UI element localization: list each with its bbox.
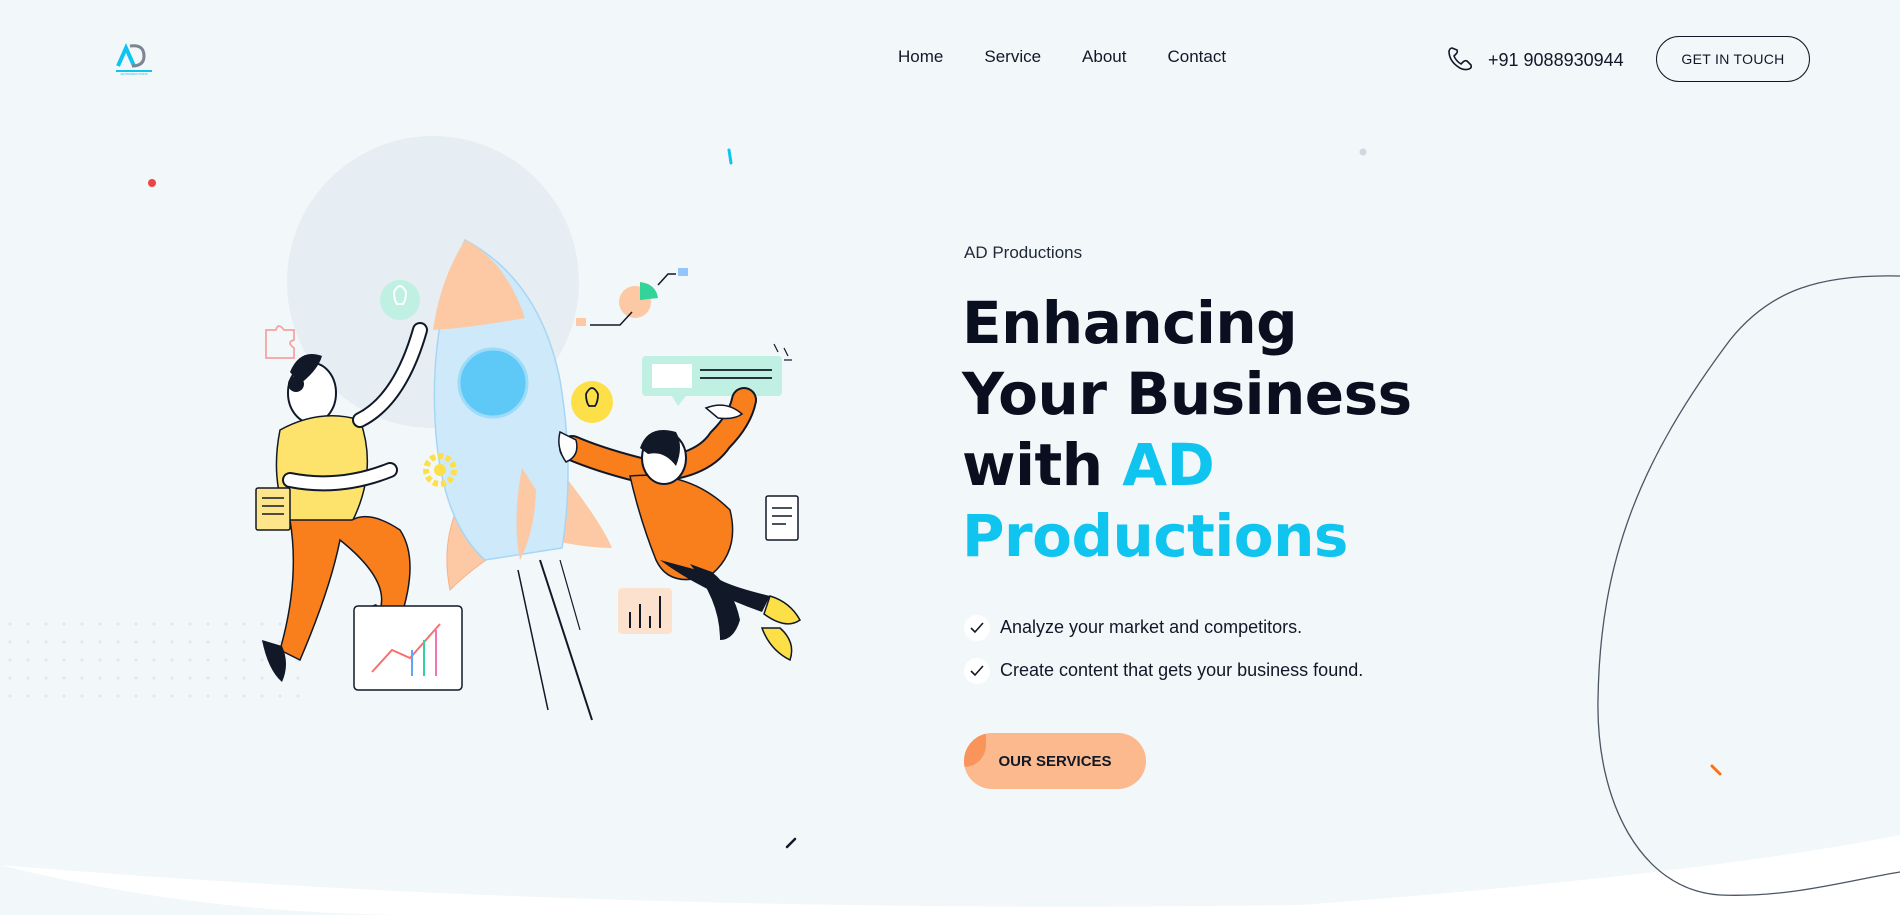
headline-accent-ad: AD — [1122, 431, 1215, 499]
check-icon — [964, 657, 990, 684]
headline-line-1: Enhancing — [962, 289, 1298, 357]
nav-about[interactable]: About — [1082, 47, 1126, 67]
phone-number[interactable]: +91 9088930944 — [1488, 50, 1624, 71]
main-nav: Home Service About Contact — [898, 47, 1267, 67]
feature-text: Analyze your market and competitors. — [1000, 617, 1303, 637]
feature-text: Create content that gets your business f… — [1000, 660, 1364, 680]
our-services-button[interactable]: OUR SERVICES — [964, 733, 1146, 789]
orange-dash — [1710, 764, 1722, 776]
nav-home[interactable]: Home — [898, 47, 943, 67]
nav-service[interactable]: Service — [984, 47, 1041, 67]
check-icon — [964, 614, 990, 641]
bottom-wave — [0, 835, 1900, 915]
feature-item: Analyze your market and competitors. — [964, 606, 1363, 649]
headline-line-2: Your Business — [962, 360, 1412, 428]
svg-text:AD PRODUCTIONS: AD PRODUCTIONS — [120, 72, 147, 76]
grey-dot — [1359, 148, 1367, 156]
site-header: AD PRODUCTIONS Home Service About Contac… — [0, 0, 1900, 120]
headline-with: with — [962, 431, 1103, 499]
our-services-label: OUR SERVICES — [998, 752, 1112, 770]
hero-eyebrow: AD Productions — [964, 243, 1083, 262]
get-in-touch-button[interactable]: GET IN TOUCH — [1656, 36, 1810, 82]
logo-icon[interactable]: AD PRODUCTIONS — [112, 40, 156, 76]
headline-accent-productions: Productions — [962, 502, 1348, 570]
feature-list: Analyze your market and competitors. Cre… — [964, 606, 1363, 692]
phone-contact[interactable]: +91 9088930944 — [1446, 47, 1624, 72]
phone-icon — [1448, 47, 1473, 71]
page: AD PRODUCTIONS Home Service About Contac… — [0, 0, 1900, 915]
nav-contact[interactable]: Contact — [1167, 47, 1226, 67]
button-blob — [964, 733, 986, 767]
curve-line — [1597, 275, 1900, 896]
feature-item: Create content that gets your business f… — [964, 649, 1363, 692]
hero-headline: Enhancing Your Business with AD Producti… — [962, 288, 1482, 572]
rocket-illustration — [255, 136, 801, 721]
